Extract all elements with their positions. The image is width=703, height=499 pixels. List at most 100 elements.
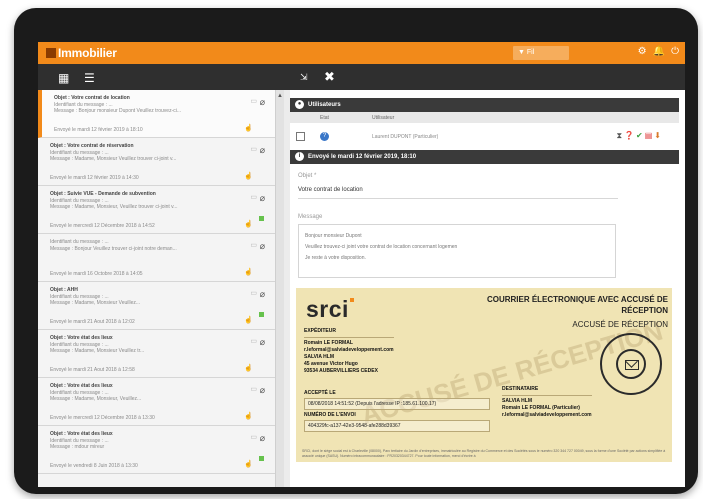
toolbar: ▦ ☰ ⇲ ✖ xyxy=(38,64,685,90)
message-date: Envoyé le mardi 21 Aout 2018 à 12:02 xyxy=(50,318,135,325)
accepted-value: 08/08/2018 14:51:52 (Depuis l'adresse IP… xyxy=(304,398,490,410)
attachment-icon[interactable]: ⌀ xyxy=(260,146,265,154)
scroll-up-icon[interactable]: ▲ xyxy=(277,93,283,99)
lock-icon: ▭ xyxy=(250,386,257,393)
user-row: ? Laurent DUPONT (Particulier) ⧗ ❓ ✔ ▤ ⬇ xyxy=(290,128,679,146)
attachment-icon[interactable]: ⌀ xyxy=(260,242,265,250)
attachment-icon[interactable]: ⌀ xyxy=(260,338,265,346)
status-help-icon[interactable]: ? xyxy=(320,132,329,141)
app-title: Immobilier xyxy=(58,46,117,60)
message-preview: Message : Madame, Monsieur Veuillez trou… xyxy=(50,156,177,162)
download-icon[interactable]: ⬇ xyxy=(654,131,661,141)
pdf-icon[interactable]: ▤ xyxy=(645,131,653,141)
message-list-item[interactable]: Objet : AHH Identifiant du message : ... M… xyxy=(38,282,275,330)
hand-icon: ☝ xyxy=(244,316,253,324)
hand-icon: ☝ xyxy=(244,220,253,228)
envelope-icon xyxy=(625,360,639,370)
message-line-1: Bonjour monsieur Dupont xyxy=(305,233,362,239)
object-label: Objet * xyxy=(298,173,317,179)
user-actions: ⧗ ❓ ✔ ▤ ⬇ xyxy=(616,131,661,141)
hourglass-icon[interactable]: ⧗ xyxy=(616,131,622,141)
status-flag xyxy=(259,456,264,461)
col-user: Utilisateur xyxy=(372,115,395,121)
message-list-item[interactable]: Objet : Votre contrat de location Identif… xyxy=(38,90,275,138)
number-value: 404329fc-a137-42e3-9548-afe288d39367 xyxy=(304,420,490,432)
hand-icon: ☝ xyxy=(244,124,253,132)
hand-icon: ☝ xyxy=(244,172,253,180)
collapse-icon[interactable]: ⇲ xyxy=(300,72,308,83)
attachment-icon[interactable]: ⌀ xyxy=(260,290,265,298)
calendar-icon[interactable]: ▦ xyxy=(58,71,69,85)
message-list-item[interactable]: Identifiant du message : ... Message : Bo… xyxy=(38,234,275,282)
attachment-icon[interactable]: ⌀ xyxy=(260,386,265,394)
message-list-item[interactable]: Objet : Votre état des lieux Identifiant … xyxy=(38,426,275,474)
message-preview: Message : Madame, Monsieur, Veuillez tro… xyxy=(50,204,178,210)
check-icon[interactable]: ✔ xyxy=(636,131,643,141)
lock-icon: ▭ xyxy=(250,146,257,153)
top-icons: ⚙ 🔔 ⏻ xyxy=(638,46,679,57)
lock-icon: ▭ xyxy=(250,194,257,201)
message-detail: ● Utilisateurs Etat Utilisateur ? Lauren… xyxy=(290,90,685,487)
list-icon[interactable]: ☰ xyxy=(84,71,95,85)
object-value: Votre contrat de location xyxy=(298,187,363,193)
user-checkbox[interactable] xyxy=(296,132,305,141)
expand-icon[interactable]: ✖ xyxy=(324,69,335,85)
help-icon[interactable]: ❓ xyxy=(624,131,634,141)
hand-icon: ☝ xyxy=(244,268,253,276)
bell-icon[interactable]: 🔔 xyxy=(653,46,665,57)
user-icon: ● xyxy=(295,100,304,109)
lock-icon: ▭ xyxy=(250,98,257,105)
message-preview: Message : Bonjour Veuillez trouver ci-jo… xyxy=(50,245,177,252)
message-line-3: Je reste à votre disposition. xyxy=(305,255,366,261)
user-name: Laurent DUPONT (Particulier) xyxy=(372,134,439,140)
message-list-item[interactable]: Objet : Votre état des lieux Identifiant … xyxy=(38,378,275,426)
message-date: Envoyé le vendredi 8 Juin 2018 à 13:30 xyxy=(50,462,138,469)
message-date: Envoyé le mardi 12 février 2019 à 18:10 xyxy=(54,126,143,133)
message-preview: Message : mdour mireur xyxy=(50,444,105,450)
status-flag xyxy=(259,312,264,317)
status-flag xyxy=(259,216,264,221)
recipient-block: DESTINATAIRE SALVIA HLM Romain LE FORMAL… xyxy=(502,386,592,418)
logo-icon xyxy=(46,48,56,58)
gear-icon[interactable]: ⚙ xyxy=(638,46,647,57)
list-scrollbar[interactable]: ▲ xyxy=(276,90,284,487)
message-date: Envoyé le mardi 12 février 2019 à 14:30 xyxy=(50,174,139,181)
srci-logo: srci xyxy=(306,296,354,323)
attachment-icon[interactable]: ⌀ xyxy=(260,194,265,202)
power-icon[interactable]: ⏻ xyxy=(671,46,679,57)
message-label: Message xyxy=(298,214,323,220)
lock-icon: ▭ xyxy=(250,434,257,441)
col-etat: Etat xyxy=(320,115,329,121)
receipt-stamp xyxy=(600,333,662,395)
sent-section-title: Envoyé le mardi 12 février 2019, 18:10 xyxy=(308,154,417,160)
lock-icon: ▭ xyxy=(250,290,257,297)
message-list-item[interactable]: Objet : Votre contrat de réservation Iden… xyxy=(38,138,275,186)
message-body[interactable]: Bonjour monsieur Dupont Veuillez trouvez… xyxy=(298,224,616,278)
lock-icon: ▭ xyxy=(250,338,257,345)
receipt-footer: SRCI, dont le siège social est à Charlev… xyxy=(302,449,666,458)
app-logo[interactable]: Immobilier xyxy=(46,46,117,60)
message-date: Envoyé le mardi 21 Aout 2018 à 12:58 xyxy=(50,366,135,373)
object-field[interactable]: Votre contrat de location xyxy=(298,187,618,199)
info-icon: i xyxy=(295,152,304,161)
accepted-label: ACCEPTÉ LE xyxy=(304,390,336,396)
message-preview: Message : Madame, Monsieur Veuillez tr..… xyxy=(50,348,145,354)
message-date: Envoyé le mercredi 12 Décembre 2018 à 13… xyxy=(50,414,155,421)
users-section-header: ● Utilisateurs xyxy=(290,98,679,112)
tablet-frame: Immobilier ▼ Fil ⚙ 🔔 ⏻ ▦ ☰ ⇲ ✖ Objet : V… xyxy=(14,8,698,494)
message-list-item[interactable]: Objet : Votre état des lieux Identifiant … xyxy=(38,330,275,378)
hand-icon: ☝ xyxy=(244,460,253,468)
message-preview: Message : Madame, Monsieur, Veuillez... xyxy=(50,396,142,402)
hand-icon: ☝ xyxy=(244,364,253,372)
message-list-item[interactable]: Objet : Suivie VUE - Demande de subventi… xyxy=(38,186,275,234)
attachment-icon[interactable]: ⌀ xyxy=(260,434,265,442)
users-table-header: Etat Utilisateur xyxy=(290,112,679,123)
message-date: Envoyé le mardi 16 Octobre 2018 à 14:05 xyxy=(50,270,143,277)
receipt-subtitle: ACCUSÉ DE RÉCEPTION xyxy=(572,320,668,329)
app-screen: Immobilier ▼ Fil ⚙ 🔔 ⏻ ▦ ☰ ⇲ ✖ Objet : V… xyxy=(38,42,685,487)
message-preview: Message : Madame, Monsieur Veuillez... xyxy=(50,300,141,306)
message-preview: Message : Bonjour monsieur Dupont Veuill… xyxy=(54,108,182,114)
attachment-icon[interactable]: ⌀ xyxy=(260,98,265,106)
filter-button[interactable]: ▼ Fil xyxy=(513,46,569,60)
users-section-title: Utilisateurs xyxy=(308,102,341,108)
